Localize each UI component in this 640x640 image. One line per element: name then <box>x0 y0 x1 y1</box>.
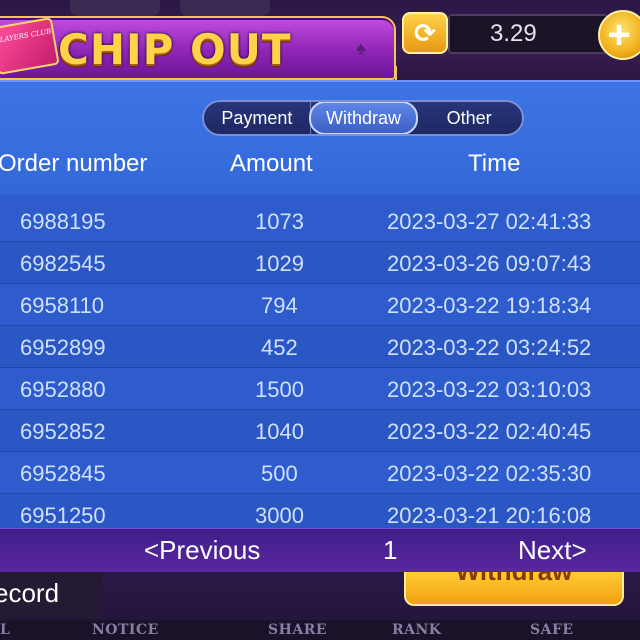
order-number-cell: 6952880 <box>20 377 106 402</box>
order-number-cell: 6952852 <box>20 419 106 444</box>
tab-payment[interactable]: Payment <box>204 102 311 134</box>
tab-withdraw[interactable]: Withdraw <box>308 102 419 134</box>
pagination-bar: <Previous 1 Next> <box>0 528 640 572</box>
order-number-cell: 6958110 <box>20 293 105 318</box>
spade-icon: ♠ <box>356 38 366 58</box>
table-row: 6952880 1500 2023-03-22 03:10:03 <box>0 368 640 410</box>
column-header-amount: Amount <box>230 150 313 177</box>
table-row: 6952899 452 2023-03-22 03:24:52 <box>0 326 640 368</box>
add-chips-button[interactable]: + <box>598 10 640 60</box>
record-tab[interactable]: ecord <box>0 572 102 618</box>
table-row: 6982545 1029 2023-03-26 09:07:43 <box>0 242 640 284</box>
record-tab-label: ecord <box>0 578 60 608</box>
order-number-cell: 6988195 <box>20 209 106 234</box>
withdraw-button[interactable]: Withdraw <box>404 572 624 606</box>
record-type-tabs: Payment Withdraw Other <box>202 100 524 136</box>
next-page-button[interactable]: Next> <box>518 535 587 566</box>
order-number-cell: 6952845 <box>20 461 106 486</box>
amount-cell: 1500 <box>255 377 304 402</box>
column-header-order-number: Order number <box>0 150 148 177</box>
previous-page-button[interactable]: <Previous <box>144 535 260 566</box>
table-row: 6988195 1073 2023-03-27 02:41:33 <box>0 200 640 242</box>
withdraw-button-label: Withdraw <box>456 572 573 584</box>
chip-out-panel: Payment Withdraw Other Order number Amou… <box>0 80 640 570</box>
time-cell: 2023-03-22 02:40:45 <box>387 419 592 444</box>
nav-item-notice[interactable]: NOTICE <box>92 622 159 638</box>
top-decoration <box>70 0 160 16</box>
amount-cell: 1040 <box>255 419 304 444</box>
table-row: 6952852 1040 2023-03-22 02:40:45 <box>0 410 640 452</box>
amount-cell: 1029 <box>255 251 304 276</box>
time-cell: 2023-03-22 02:35:30 <box>387 461 592 486</box>
balance-value: 3.29 <box>490 20 537 47</box>
table-row: 6952845 500 2023-03-22 02:35:30 <box>0 452 640 494</box>
amount-cell: 794 <box>261 293 298 318</box>
nav-item-partial[interactable]: L <box>0 622 10 638</box>
time-cell: 2023-03-22 03:10:03 <box>387 377 592 402</box>
refresh-icon: ⟳ <box>414 17 436 48</box>
time-cell: 2023-03-22 03:24:52 <box>387 335 592 360</box>
nav-item-share[interactable]: SHARE <box>268 622 327 638</box>
order-number-cell: 6982545 <box>20 251 106 276</box>
bottom-nav: L NOTICE SHARE RANK SAFE <box>0 620 640 640</box>
page-title: CHIP OUT <box>58 25 292 74</box>
bottom-area: ecord Withdraw L NOTICE SHARE RANK SAFE <box>0 572 640 640</box>
time-cell: 2023-03-27 02:41:33 <box>387 209 592 234</box>
amount-cell: 1073 <box>255 209 304 234</box>
plus-icon: + <box>607 13 631 57</box>
withdraw-records-table: 6988195 1073 2023-03-27 02:41:33 6982545… <box>0 200 640 536</box>
players-club-text: PLAYERS CLUB <box>0 27 52 46</box>
refresh-button[interactable]: ⟳ <box>402 12 448 54</box>
order-number-cell: 6952899 <box>20 335 106 360</box>
top-decoration <box>180 0 270 16</box>
amount-cell: 500 <box>261 461 298 486</box>
balance-display: 3.29 <box>448 14 608 54</box>
time-cell: 2023-03-22 19:18:34 <box>387 293 592 318</box>
tab-other[interactable]: Other <box>416 102 522 134</box>
nav-item-rank[interactable]: RANK <box>392 622 441 638</box>
order-number-cell: 6951250 <box>20 503 106 528</box>
nav-item-safe[interactable]: SAFE <box>530 622 574 638</box>
time-cell: 2023-03-21 20:16:08 <box>387 503 592 528</box>
time-cell: 2023-03-26 09:07:43 <box>387 251 592 276</box>
amount-cell: 3000 <box>255 503 304 528</box>
amount-cell: 452 <box>261 335 298 360</box>
column-header-time: Time <box>468 150 521 177</box>
current-page-number: 1 <box>383 535 398 565</box>
top-bar: PLAYERS CLUB CHIP OUT ♠ ⟳ 3.29 + <box>0 0 640 80</box>
table-row: 6958110 794 2023-03-22 19:18:34 <box>0 284 640 326</box>
